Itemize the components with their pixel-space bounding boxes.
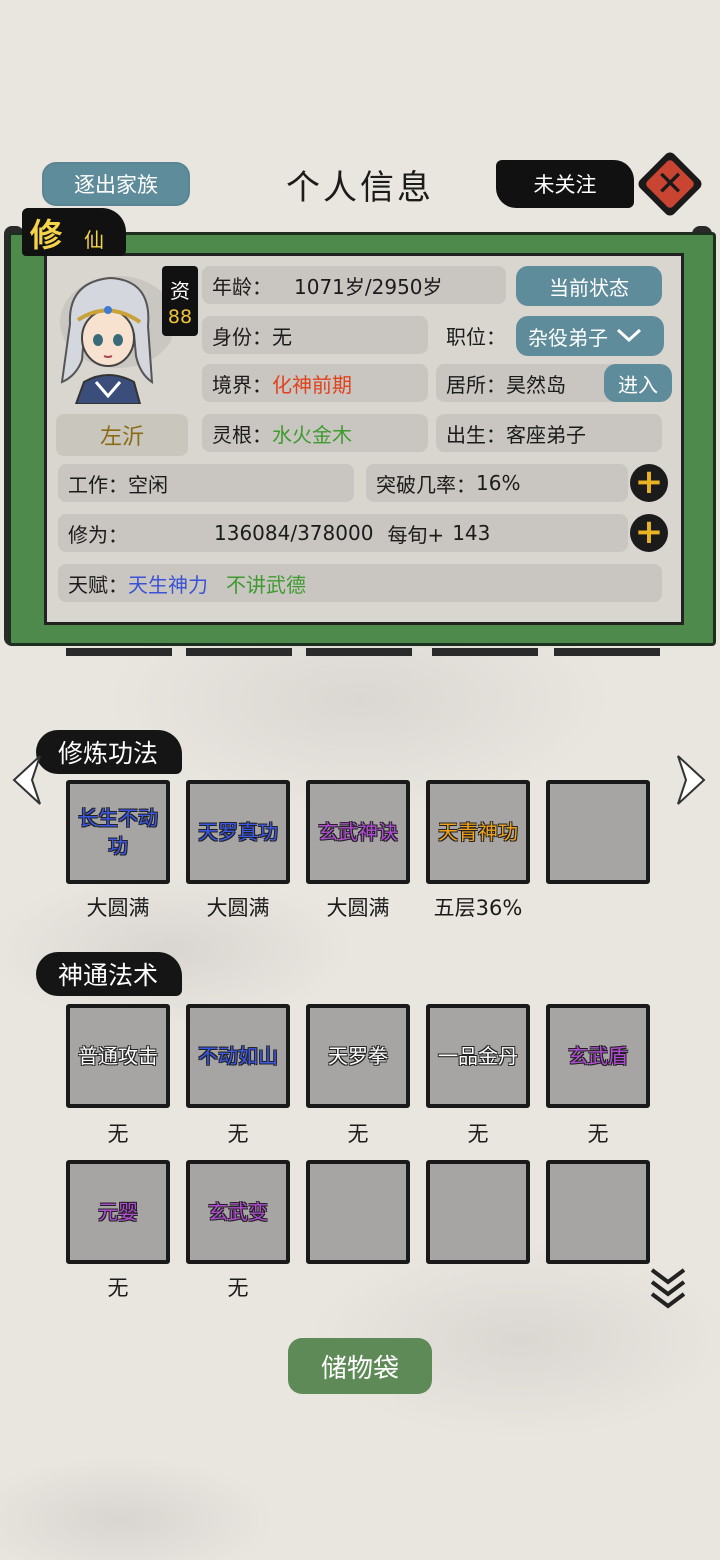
spirit-root-field: 灵根： 水火金木 — [202, 414, 428, 452]
skill-slot[interactable]: 一品金丹 — [426, 1004, 530, 1108]
position-value: 杂役弟子 — [528, 325, 608, 350]
skill-slot-empty[interactable] — [426, 1160, 530, 1264]
skill-slot-empty[interactable] — [306, 1160, 410, 1264]
talent-field: 天赋： 天生神力 不讲武德 — [58, 564, 662, 602]
skill-level: 无 — [227, 1276, 249, 1300]
talent-label: 天赋： — [68, 572, 128, 597]
skill-slot-empty[interactable] — [546, 1160, 650, 1264]
panel-tab[interactable] — [306, 648, 412, 656]
chevron-right-icon — [677, 755, 706, 805]
skills-title: 神通法术 — [36, 952, 183, 996]
add-cultivation-button[interactable]: + — [630, 514, 668, 552]
aptitude-value: 88 — [167, 305, 193, 328]
work-field: 工作： 空闲 — [58, 464, 354, 502]
skill-slot[interactable]: 不动如山 — [186, 1004, 290, 1108]
storage-bag-button[interactable]: 储物袋 — [288, 1338, 432, 1394]
follow-button[interactable]: 未关注 — [496, 160, 634, 208]
age-value: 1071岁/2950岁 — [294, 274, 443, 299]
technique-slot-empty[interactable] — [546, 780, 650, 884]
cultivation-field: 修为： 136084/378000 每旬+ 143 — [58, 514, 628, 552]
aptitude-label: 资 — [170, 278, 190, 303]
technique-progress: 大圆满 — [326, 896, 390, 920]
character-name: 左沂 — [56, 414, 188, 456]
technique-slot[interactable]: 长生不动功 — [66, 780, 170, 884]
spirit-root-value: 水火金木 — [272, 422, 352, 447]
per-turn-label: 每旬+ — [387, 522, 445, 547]
residence-label: 居所： — [446, 372, 506, 397]
panel-tab[interactable] — [186, 648, 292, 656]
talent-item: 天生神力 — [128, 572, 208, 597]
tag-main-char: 修 — [30, 216, 63, 254]
skill-slot[interactable]: 玄武变 — [186, 1160, 290, 1264]
skill-level: 无 — [467, 1122, 489, 1146]
skill-slot[interactable]: 玄武盾 — [546, 1004, 650, 1108]
add-breakthrough-button[interactable]: + — [630, 464, 668, 502]
age-field: 年龄： 1071岁/2950岁 — [202, 266, 506, 304]
expand-down-button[interactable] — [648, 1266, 688, 1316]
cultivation-label: 修为： — [68, 522, 128, 547]
talent-item: 不讲武德 — [226, 572, 306, 597]
breakthrough-field: 突破几率： 16% — [366, 464, 628, 502]
age-label: 年龄： — [212, 274, 272, 299]
technique-slot[interactable]: 天罗真功 — [186, 780, 290, 884]
plus-icon: + — [634, 511, 664, 552]
cultivation-value: 136084/378000 — [214, 521, 374, 545]
double-chevron-down-icon — [650, 1268, 686, 1309]
character-avatar[interactable] — [48, 264, 172, 404]
skill-slot[interactable]: 天罗拳 — [306, 1004, 410, 1108]
techniques-title: 修炼功法 — [36, 730, 183, 774]
work-label: 工作： — [68, 472, 128, 497]
chevron-down-icon — [616, 324, 642, 349]
realm-field: 境界： 化神前期 — [202, 364, 428, 402]
realm-label: 境界： — [212, 372, 272, 397]
identity-label: 身份： — [212, 324, 272, 349]
enter-residence-button[interactable]: 进入 — [604, 364, 672, 402]
next-page-button[interactable] — [674, 752, 708, 808]
technique-slot[interactable]: 玄武神诀 — [306, 780, 410, 884]
prev-page-button[interactable] — [10, 752, 44, 808]
skill-level: 无 — [587, 1122, 609, 1146]
panel-tab[interactable] — [554, 648, 660, 656]
position-select[interactable]: 杂役弟子 — [516, 316, 664, 356]
position-label: 职位： — [446, 324, 506, 349]
cultivator-tag: 修 仙 — [22, 208, 126, 256]
plus-icon: + — [634, 461, 664, 502]
current-status-button[interactable]: 当前状态 — [516, 266, 662, 306]
chevron-left-icon — [12, 755, 41, 805]
aptitude-tag: 资 88 — [162, 266, 198, 336]
birth-label: 出生： — [446, 422, 506, 447]
skill-level: 无 — [107, 1276, 129, 1300]
birth-value: 客座弟子 — [506, 422, 586, 447]
skill-level: 无 — [347, 1122, 369, 1146]
panel-tab[interactable] — [432, 648, 538, 656]
spirit-root-label: 灵根： — [212, 422, 272, 447]
breakthrough-value: 16% — [476, 471, 521, 495]
identity-value: 无 — [272, 324, 292, 349]
realm-value: 化神前期 — [272, 372, 352, 397]
skill-level: 无 — [107, 1122, 129, 1146]
technique-progress: 大圆满 — [206, 896, 270, 920]
technique-progress: 大圆满 — [86, 896, 150, 920]
per-turn-value: 143 — [452, 521, 491, 545]
breakthrough-label: 突破几率： — [376, 472, 476, 497]
skill-slot[interactable]: 元婴 — [66, 1160, 170, 1264]
birth-field: 出生： 客座弟子 — [436, 414, 662, 452]
skill-level: 无 — [227, 1122, 249, 1146]
residence-value: 昊然岛 — [506, 372, 566, 397]
identity-field: 身份： 无 — [202, 316, 428, 354]
skill-slot[interactable]: 普通攻击 — [66, 1004, 170, 1108]
tag-sub-char: 仙 — [84, 228, 104, 252]
panel-tab[interactable] — [66, 648, 172, 656]
technique-progress: 五层36% — [433, 896, 523, 920]
technique-slot[interactable]: 天青神功 — [426, 780, 530, 884]
work-value: 空闲 — [128, 472, 168, 497]
